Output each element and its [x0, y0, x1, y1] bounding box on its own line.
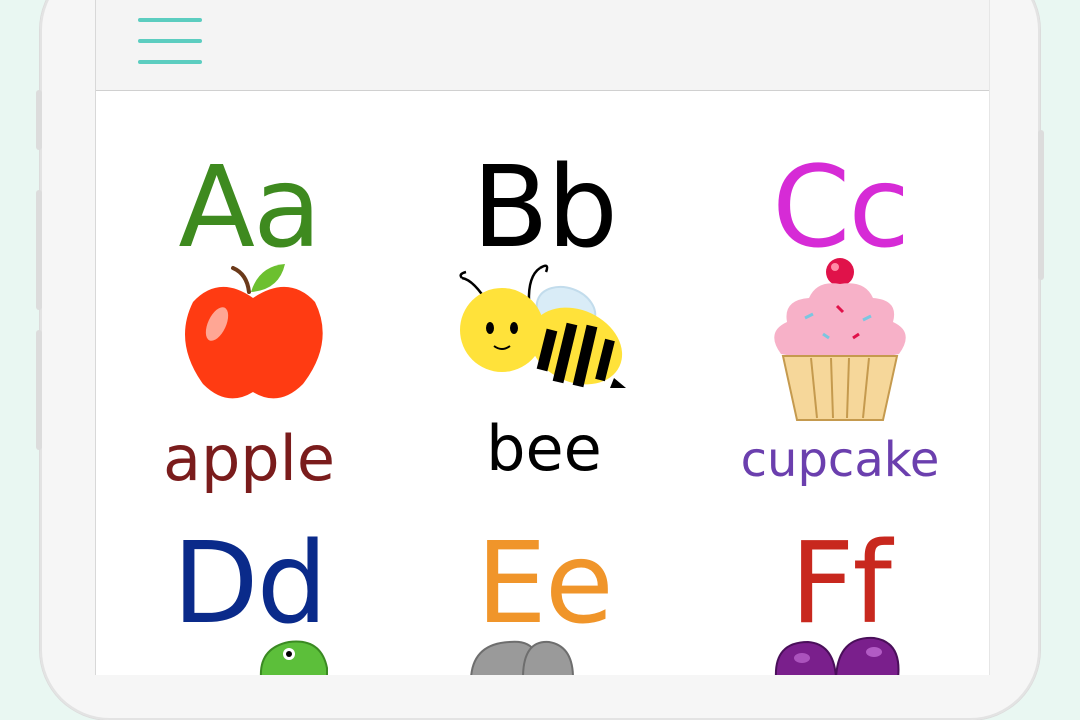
bee-icon: [454, 260, 634, 424]
phone-side-button: [36, 90, 42, 150]
cupcake-icon: [765, 258, 915, 427]
phone-side-button: [1038, 130, 1044, 280]
letter-card-e[interactable]: Ee: [394, 500, 694, 675]
hamburger-menu-icon[interactable]: [136, 16, 204, 66]
letter-card-b[interactable]: Bb bee: [394, 90, 694, 500]
letter-pair: Ff: [790, 519, 892, 649]
word-label: bee: [486, 412, 602, 485]
letter-pair: Ee: [476, 519, 614, 649]
top-bar: [96, 0, 989, 91]
letter-pair: Cc: [772, 143, 910, 273]
phone-side-button: [36, 330, 42, 450]
fig-icon: [774, 636, 904, 675]
letter-pair: Bb: [472, 143, 618, 273]
app-screen: Aa apple Bb bee Cc cupcake Dd Ee Ff: [95, 0, 990, 675]
phone-side-button: [36, 190, 42, 310]
letter-card-a[interactable]: Aa apple: [99, 90, 399, 500]
word-label: cupcake: [740, 432, 940, 488]
letter-pair: Aa: [178, 143, 321, 273]
letter-card-f[interactable]: Ff: [690, 500, 989, 675]
letter-pair: Dd: [172, 519, 327, 649]
word-label: apple: [162, 422, 336, 495]
apple-icon: [179, 262, 329, 411]
dinosaur-icon: [259, 638, 329, 675]
elephant-icon: [469, 638, 579, 675]
letter-card-c[interactable]: Cc cupcake: [690, 90, 989, 500]
letter-card-d[interactable]: Dd: [99, 500, 399, 675]
